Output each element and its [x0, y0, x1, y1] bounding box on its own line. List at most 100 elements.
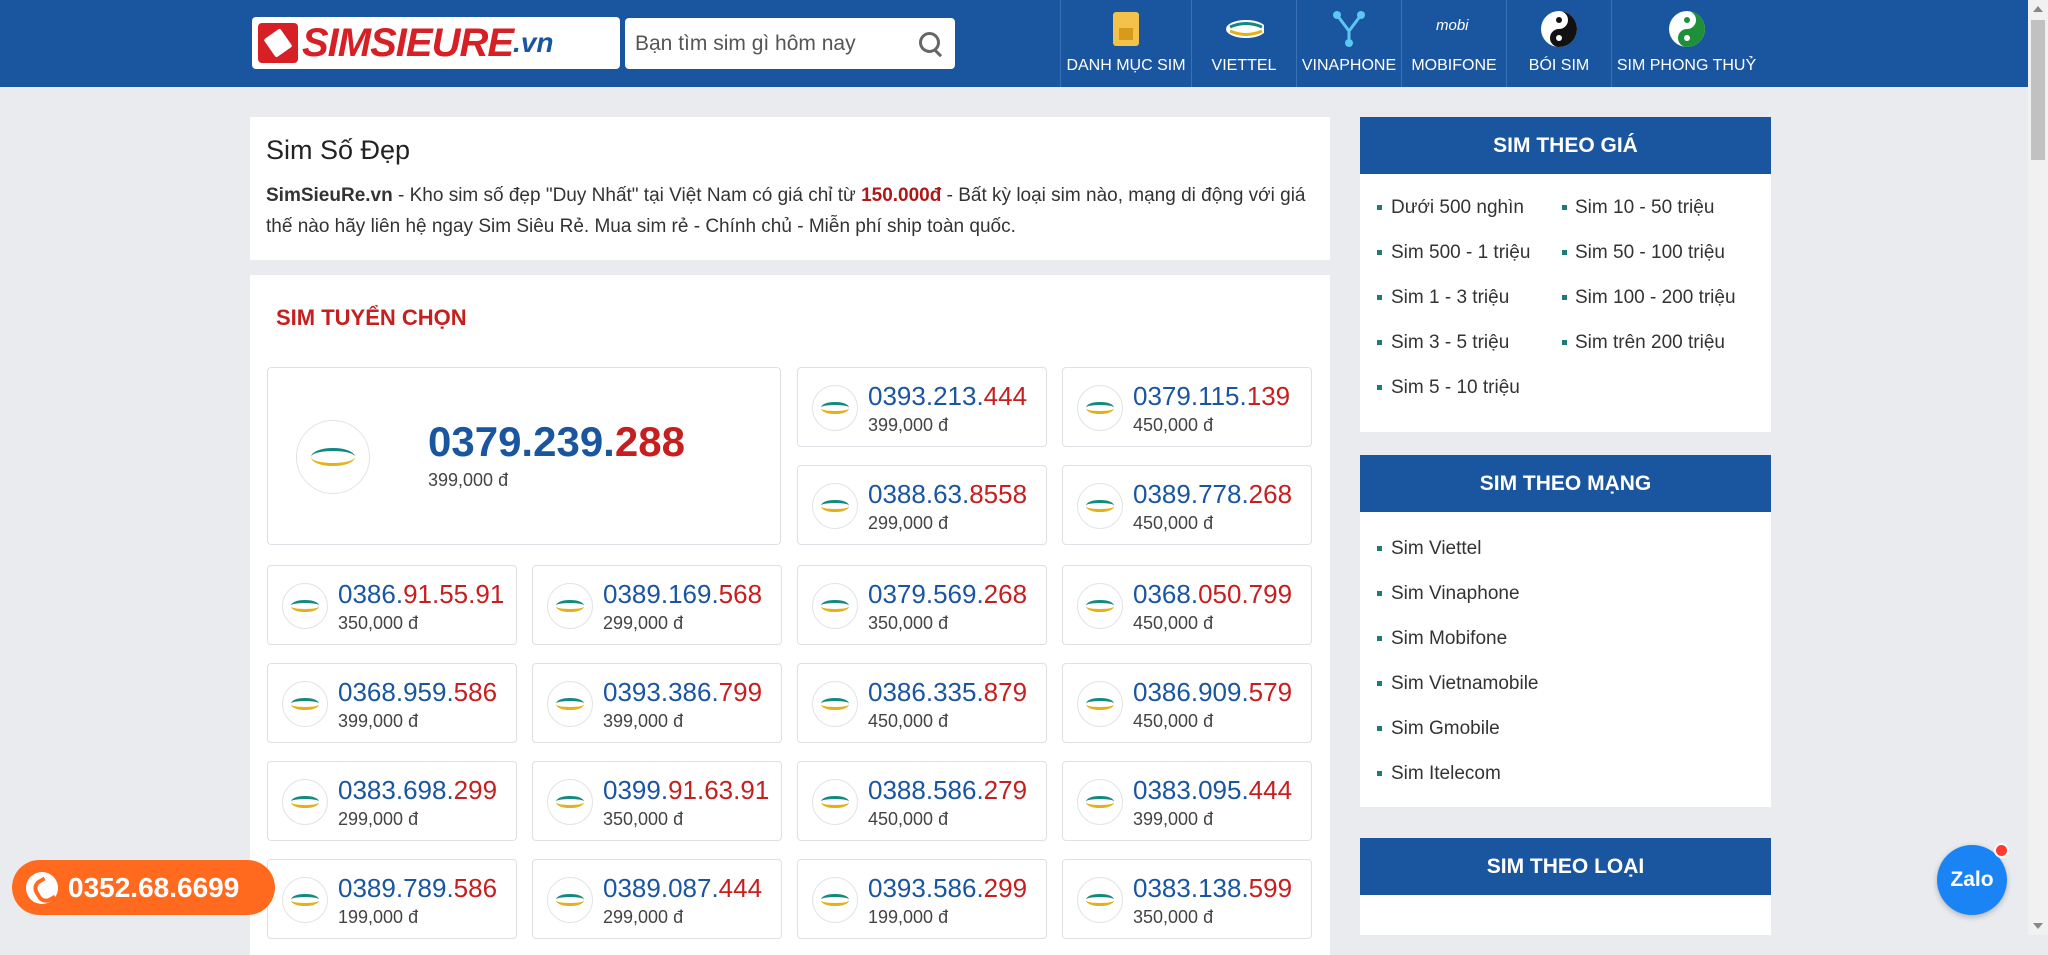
scrollbar-thumb[interactable] — [2031, 20, 2045, 160]
hotline-number: 0352.68.6699 — [68, 871, 240, 903]
sidebar-price-title: SIM THEO GIÁ — [1360, 117, 1771, 174]
nav-item-2[interactable]: VINAPHONE — [1296, 0, 1401, 87]
sidebar-link[interactable]: Sim Gmobile — [1360, 717, 1771, 741]
sim-card[interactable]: 0386.909.579 450,000 đ — [1062, 663, 1312, 743]
viettel-logo-icon — [812, 877, 858, 923]
sim-number: 0393.213.444 — [868, 381, 1028, 411]
featured-sim-card[interactable]: 0379.239.288 399,000 đ — [267, 367, 781, 545]
sim-number: 0379.569.268 — [868, 579, 1028, 609]
sidebar-link[interactable]: Sim 10 - 50 triệu — [1550, 196, 1740, 220]
logo-text: SIMSIEURE — [302, 20, 514, 65]
sim-number: 0393.386.799 — [603, 677, 763, 707]
search-icon[interactable] — [917, 30, 945, 58]
viettel-logo-icon — [1077, 681, 1123, 727]
scroll-down-arrow[interactable] — [2033, 923, 2043, 929]
site-logo[interactable]: SIMSIEURE .vn — [252, 17, 620, 69]
sim-card[interactable]: 0389.169.568 299,000 đ — [532, 565, 782, 645]
zalo-label: Zalo — [1950, 868, 1994, 891]
sim-price: 299,000 đ — [603, 907, 684, 927]
viettel-logo-icon — [547, 681, 593, 727]
featured-sim-price: 399,000 đ — [428, 470, 509, 490]
sim-card[interactable]: 0368.050.799 450,000 đ — [1062, 565, 1312, 645]
sidebar-link[interactable]: Sim 3 - 5 triệu — [1360, 331, 1550, 355]
sim-number: 0393.586.299 — [868, 873, 1028, 903]
sim-price: 350,000 đ — [338, 613, 419, 633]
zalo-chat-button[interactable]: Zalo — [1937, 843, 2009, 915]
sim-card[interactable]: 0388.586.279 450,000 đ — [797, 761, 1047, 841]
sim-price: 350,000 đ — [868, 613, 949, 633]
sim-card[interactable]: 0389.087.444 299,000 đ — [532, 859, 782, 939]
sidebar-link[interactable]: Sim Mobifone — [1360, 627, 1771, 651]
intro-box: Sim Số Đẹp SimSieuRe.vn - Kho sim số đẹp… — [250, 117, 1330, 260]
nav-label: BÓI SIM — [1528, 57, 1590, 74]
sim-card[interactable]: 0388.63.8558 299,000 đ — [797, 465, 1047, 545]
nav-item-5[interactable]: SIM PHONG THUỶ — [1611, 0, 1761, 87]
hotline-button[interactable]: 0352.68.6699 — [12, 860, 275, 915]
sidebar-link[interactable]: Sim 500 - 1 triệu — [1360, 241, 1550, 265]
sim-card[interactable]: 0389.789.586 199,000 đ — [267, 859, 517, 939]
sim-price: 399,000 đ — [1133, 809, 1214, 829]
sim-price: 450,000 đ — [1133, 513, 1214, 533]
sim-card[interactable]: 0389.778.268 450,000 đ — [1062, 465, 1312, 545]
sim-number: 0383.138.599 — [1133, 873, 1293, 903]
sim-card[interactable]: 0393.586.299 199,000 đ — [797, 859, 1047, 939]
sim-price: 450,000 đ — [1133, 415, 1214, 435]
search-input[interactable] — [635, 31, 917, 56]
viettel-logo-icon — [1224, 9, 1264, 49]
sim-number: 0368.959.586 — [338, 677, 498, 707]
sim-card[interactable]: 0368.959.586 399,000 đ — [267, 663, 517, 743]
sim-price: 299,000 đ — [338, 809, 419, 829]
price-list-col2: Sim 10 - 50 triệu Sim 50 - 100 triệu Sim 1… — [1550, 196, 1740, 421]
nav-item-3[interactable]: mobi MOBIFONE — [1401, 0, 1506, 87]
network-list: Sim Viettel Sim Vinaphone Sim Mobifone Sim … — [1360, 512, 1771, 786]
sim-card[interactable]: 0393.386.799 399,000 đ — [532, 663, 782, 743]
sim-card[interactable]: 0383.095.444 399,000 đ — [1062, 761, 1312, 841]
sim-price: 199,000 đ — [868, 907, 949, 927]
viettel-logo-icon — [282, 779, 328, 825]
sim-card[interactable]: 0393.213.444 399,000 đ — [797, 367, 1047, 447]
sidebar-link[interactable]: Sim 100 - 200 triệu — [1550, 286, 1740, 310]
sidebar-link[interactable]: Sim 50 - 100 triệu — [1550, 241, 1740, 265]
sim-card[interactable]: 0383.698.299 299,000 đ — [267, 761, 517, 841]
nav-item-0[interactable]: DANH MỤC SIM — [1060, 0, 1191, 87]
sim-number: 0386.91.55.91 — [338, 579, 505, 609]
nav-item-1[interactable]: VIETTEL — [1191, 0, 1296, 87]
sim-card-icon — [1106, 9, 1146, 49]
sim-price: 450,000 đ — [868, 711, 949, 731]
min-price: 150.000đ — [861, 185, 942, 206]
viettel-logo-icon — [547, 877, 593, 923]
sim-card[interactable]: 0386.91.55.91 350,000 đ — [267, 565, 517, 645]
page-title: Sim Số Đẹp — [266, 135, 411, 165]
sidebar-link[interactable]: Sim 1 - 3 triệu — [1360, 286, 1550, 310]
svg-text:mobi: mobi — [1436, 17, 1469, 34]
nav-item-4[interactable]: BÓI SIM — [1506, 0, 1611, 87]
sim-price: 199,000 đ — [338, 907, 419, 927]
sim-price: 350,000 đ — [1133, 907, 1214, 927]
sim-price: 399,000 đ — [338, 711, 419, 731]
sim-card[interactable]: 0383.138.599 350,000 đ — [1062, 859, 1312, 939]
sidebar-link[interactable]: Sim trên 200 triệu — [1550, 331, 1740, 355]
viettel-logo-icon — [812, 583, 858, 629]
sim-number: 0389.087.444 — [603, 873, 763, 903]
search-box — [625, 18, 955, 69]
sidebar-link[interactable]: Sim 5 - 10 triệu — [1360, 376, 1550, 400]
sidebar-link[interactable]: Sim Vinaphone — [1360, 582, 1771, 606]
sim-card[interactable]: 0386.335.879 450,000 đ — [797, 663, 1047, 743]
viettel-logo-icon — [812, 483, 858, 529]
phone-icon — [26, 871, 58, 904]
sidebar-link[interactable]: Sim Itelecom — [1360, 762, 1771, 786]
sim-number: 0383.095.444 — [1133, 775, 1293, 805]
sim-price: 399,000 đ — [868, 415, 949, 435]
viettel-logo-icon — [1077, 779, 1123, 825]
sim-number: 0386.909.579 — [1133, 677, 1293, 707]
sidebar-link[interactable]: Sim Vietnamobile — [1360, 672, 1771, 696]
sim-card[interactable]: 0379.115.139 450,000 đ — [1062, 367, 1312, 447]
sim-card[interactable]: 0399.91.63.91 350,000 đ — [532, 761, 782, 841]
viettel-logo-icon — [282, 877, 328, 923]
viettel-logo-icon — [812, 779, 858, 825]
sidebar-link[interactable]: Dưới 500 nghìn — [1360, 196, 1550, 220]
sidebar-link[interactable]: Sim Viettel — [1360, 537, 1771, 561]
page-scrollbar[interactable] — [2028, 0, 2048, 935]
scroll-up-arrow[interactable] — [2033, 6, 2043, 12]
sim-card[interactable]: 0379.569.268 350,000 đ — [797, 565, 1047, 645]
